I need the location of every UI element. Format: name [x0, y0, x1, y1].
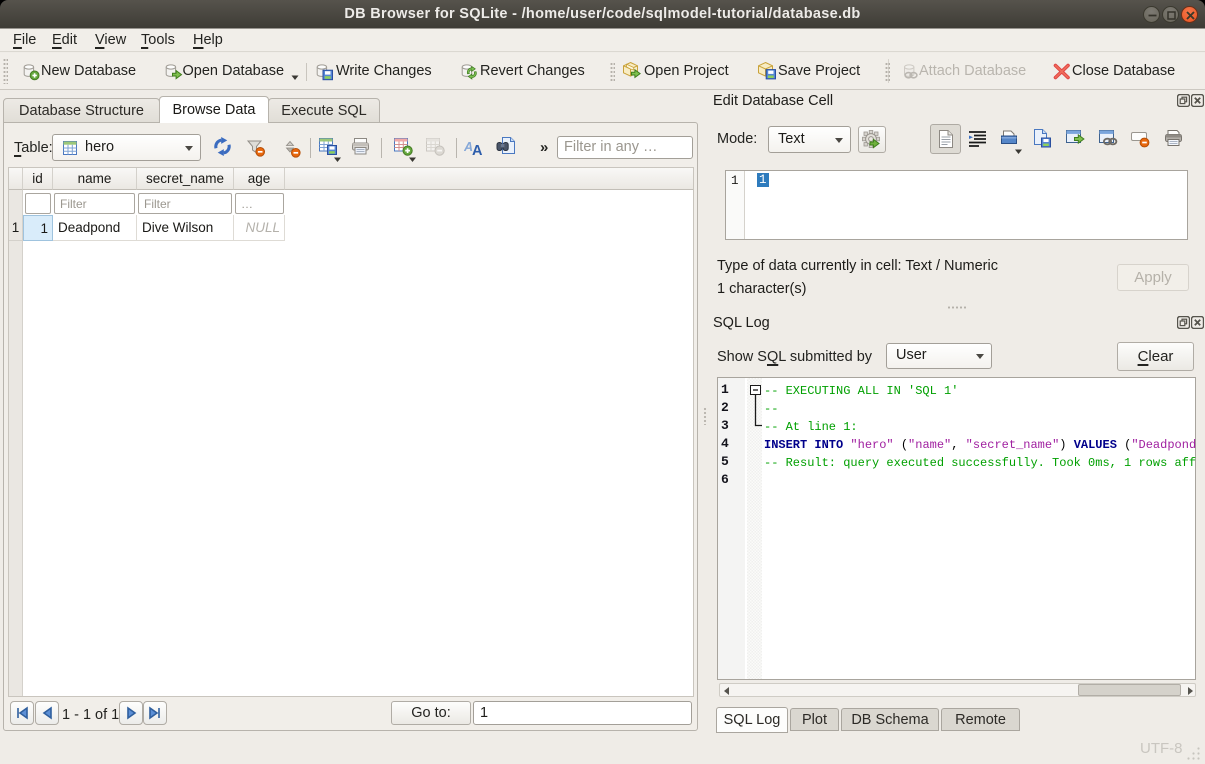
svg-text:A: A	[472, 143, 483, 157]
